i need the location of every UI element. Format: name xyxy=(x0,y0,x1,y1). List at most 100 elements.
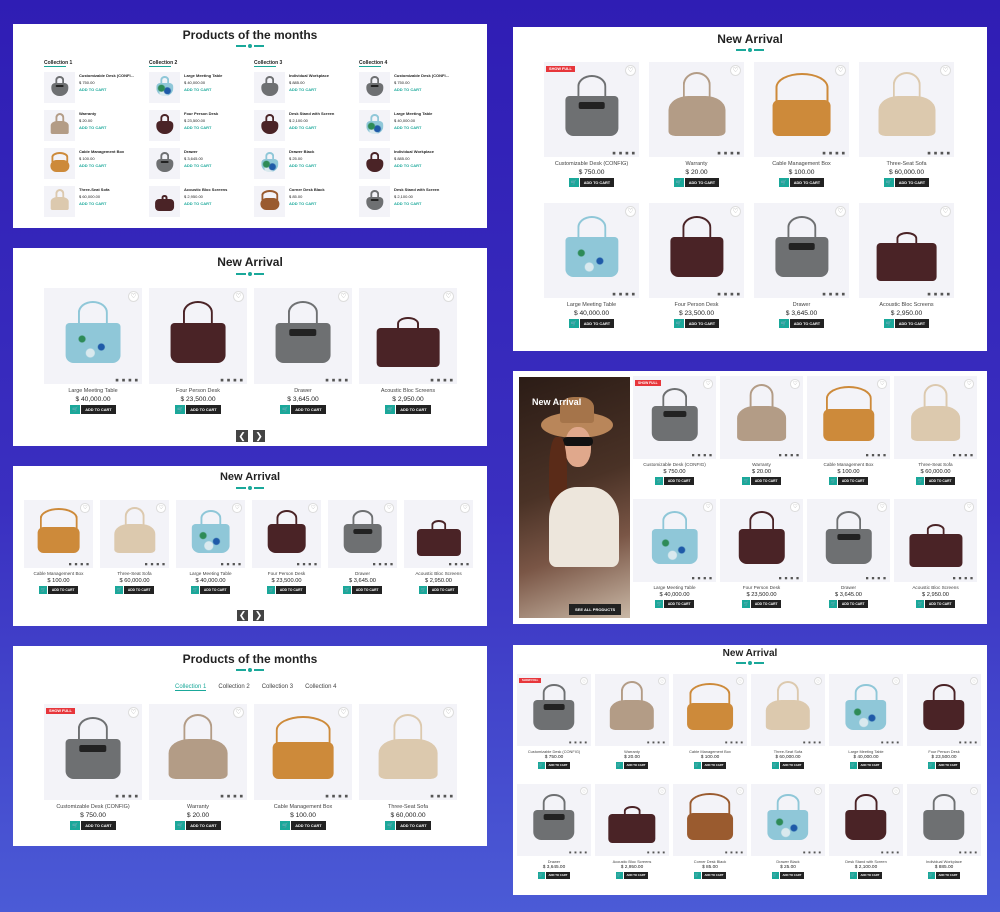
product-image[interactable]: ♡ ■ ■ ■ ■ xyxy=(252,500,321,568)
product-card[interactable]: ♡ ■ ■ ■ ■ Four Person Desk $ 23,500.00 🛒… xyxy=(907,674,981,769)
heart-icon[interactable]: ♡ xyxy=(939,206,951,218)
add-to-cart-button[interactable]: ADD TO CART xyxy=(545,762,571,769)
heart-icon[interactable]: ♡ xyxy=(80,503,90,513)
product-card[interactable]: ♡ ■ ■ ■ ■ Warranty $ 20.00 🛒 ADD TO CART xyxy=(720,376,803,485)
product-name[interactable]: Four Person Desk xyxy=(907,749,981,754)
product-name[interactable]: Warranty xyxy=(649,161,744,167)
product-name[interactable]: Large Meeting Table xyxy=(44,388,142,394)
cart-icon[interactable]: 🛒 xyxy=(883,319,894,329)
heart-icon[interactable]: ♡ xyxy=(442,707,454,719)
cart-icon[interactable]: 🛒 xyxy=(615,762,623,769)
product-card[interactable]: ♡ ■ ■ ■ ■ Individual Workplace $ 885.00 … xyxy=(907,784,981,879)
cart-icon[interactable]: 🛒 xyxy=(849,872,857,879)
product-name[interactable]: Cable Management Box xyxy=(79,148,124,155)
add-to-cart-button[interactable]: ADD TO CART xyxy=(623,762,649,769)
product-name[interactable]: Drawer xyxy=(754,302,849,308)
cart-icon[interactable]: 🛒 xyxy=(927,872,935,879)
product-card[interactable]: ♡ ■ ■ ■ ■ Drawer $ 3,645.00 🛒 ADD TO CAR… xyxy=(254,288,352,415)
heart-icon[interactable]: ♡ xyxy=(834,206,846,218)
cart-icon[interactable]: 🛒 xyxy=(654,600,664,608)
cart-icon[interactable]: 🛒 xyxy=(654,477,664,485)
product-card[interactable]: SHOW FULL ♡ ■ ■ ■ ■ Customizable Desk (C… xyxy=(544,62,639,188)
list-item[interactable]: Three-Seat Sofa $ 60,000.00 ADD TO CART xyxy=(44,186,109,217)
product-card[interactable]: ♡ ■ ■ ■ ■ Three-Seat Sofa $ 60,000.00 🛒 … xyxy=(894,376,977,485)
product-image[interactable]: ♡ ■ ■ ■ ■ xyxy=(544,203,639,298)
product-card[interactable]: ♡ ■ ■ ■ ■ Four Person Desk $ 23,500.00 🛒… xyxy=(649,203,744,329)
product-name[interactable]: Four Person Desk xyxy=(184,110,218,117)
product-thumbnail[interactable] xyxy=(359,148,390,179)
product-name[interactable]: Acoustic Bloc Screens xyxy=(595,859,669,864)
heart-icon[interactable]: ♡ xyxy=(337,707,349,719)
heart-icon[interactable]: ♡ xyxy=(337,291,349,303)
heart-icon[interactable]: ♡ xyxy=(729,206,741,218)
product-name[interactable]: Four Person Desk xyxy=(149,388,247,394)
product-name[interactable]: Corner Desk Black xyxy=(289,186,325,193)
heart-icon[interactable]: ♡ xyxy=(460,503,470,513)
product-thumbnail[interactable] xyxy=(254,110,285,141)
add-to-cart-button[interactable]: ADD TO CART xyxy=(857,872,883,879)
add-to-cart-button[interactable]: ADD TO CART xyxy=(291,821,326,831)
product-card[interactable]: ♡ ■ ■ ■ ■ Cable Management Box $ 100.00 … xyxy=(673,674,747,769)
product-image[interactable]: ♡ ■ ■ ■ ■ xyxy=(807,499,890,582)
product-name[interactable]: Acoustic Bloc Screens xyxy=(359,388,457,394)
cart-icon[interactable]: 🛒 xyxy=(280,405,290,415)
product-image[interactable]: ♡ ■ ■ ■ ■ xyxy=(859,62,954,157)
product-image[interactable]: ♡ ■ ■ ■ ■ xyxy=(24,500,93,568)
product-card[interactable]: ♡ ■ ■ ■ ■ Cable Management Box $ 100.00 … xyxy=(807,376,890,485)
prev-arrow-button[interactable]: ❮ xyxy=(237,610,248,621)
product-name[interactable]: Large Meeting Table xyxy=(633,585,716,590)
cart-icon[interactable]: 🛒 xyxy=(385,405,395,415)
product-image[interactable]: ♡ ■ ■ ■ ■ xyxy=(907,674,981,746)
add-to-cart-button[interactable]: ADD TO CART xyxy=(894,319,930,329)
product-name[interactable]: Customizable Desk (CONFI... xyxy=(394,72,449,79)
product-name[interactable]: Customizable Desk (CONFIG) xyxy=(517,749,591,754)
add-to-cart-button[interactable]: ADD TO CART xyxy=(579,178,615,188)
add-to-cart-link[interactable]: ADD TO CART xyxy=(79,200,109,207)
product-card[interactable]: ♡ ■ ■ ■ ■ Drawer $ 3,645.00 🛒 ADD TO CAR… xyxy=(517,784,591,879)
product-name[interactable]: Individual Workplace xyxy=(289,72,329,79)
list-item[interactable]: Corner Desk Black $ 85.00 ADD TO CART xyxy=(254,186,325,217)
cart-icon[interactable]: 🛒 xyxy=(673,178,684,188)
product-name[interactable]: Acoustic Bloc Screens xyxy=(404,571,473,576)
heart-icon[interactable]: ♡ xyxy=(658,787,666,795)
add-to-cart-button[interactable]: ADD TO CART xyxy=(684,178,720,188)
product-name[interactable]: Acoustic Bloc Screens xyxy=(859,302,954,308)
list-item[interactable]: Drawer Black $ 25.00 ADD TO CART xyxy=(254,148,316,179)
add-to-cart-link[interactable]: ADD TO CART xyxy=(184,162,211,169)
product-name[interactable]: Individual Workplace xyxy=(394,148,434,155)
cart-icon[interactable]: 🛒 xyxy=(190,586,200,594)
product-card[interactable]: ♡ ■ ■ ■ ■ Drawer Black $ 25.00 🛒 ADD TO … xyxy=(751,784,825,879)
add-to-cart-button[interactable]: ADD TO CART xyxy=(664,600,695,608)
product-card[interactable]: ♡ ■ ■ ■ ■ Cable Management Box $ 100.00 … xyxy=(24,500,93,594)
product-thumbnail[interactable] xyxy=(44,186,75,217)
product-name[interactable]: Three-Seat Sofa xyxy=(79,186,109,193)
tab-collection-4[interactable]: Collection 4 xyxy=(305,684,336,691)
heart-icon[interactable]: ♡ xyxy=(877,502,887,512)
add-to-cart-link[interactable]: ADD TO CART xyxy=(79,86,134,93)
list-item[interactable]: Cable Management Box $ 100.00 ADD TO CAR… xyxy=(44,148,124,179)
product-card[interactable]: ♡ ■ ■ ■ ■ Desk Stand with Screen $ 2,100… xyxy=(829,784,903,879)
product-name[interactable]: Large Meeting Table xyxy=(394,110,432,117)
heart-icon[interactable]: ♡ xyxy=(580,787,588,795)
heart-icon[interactable]: ♡ xyxy=(964,502,974,512)
heart-icon[interactable]: ♡ xyxy=(232,291,244,303)
add-to-cart-button[interactable]: ADD TO CART xyxy=(48,586,79,594)
heart-icon[interactable]: ♡ xyxy=(736,787,744,795)
add-to-cart-button[interactable]: ADD TO CART xyxy=(396,821,431,831)
product-name[interactable]: Desk Stand with Screen xyxy=(289,110,334,117)
heart-icon[interactable]: ♡ xyxy=(814,677,822,685)
product-name[interactable]: Four Person Desk xyxy=(720,585,803,590)
cart-icon[interactable]: 🛒 xyxy=(615,872,623,879)
product-name[interactable]: Drawer xyxy=(517,859,591,864)
heart-icon[interactable]: ♡ xyxy=(729,65,741,77)
product-image[interactable]: ♡ ■ ■ ■ ■ xyxy=(149,704,247,800)
cart-icon[interactable]: 🛒 xyxy=(693,762,701,769)
product-card[interactable]: ♡ ■ ■ ■ ■ Three-Seat Sofa $ 60,000.00 🛒 … xyxy=(359,704,457,831)
next-arrow-button[interactable]: ❯ xyxy=(253,430,265,442)
cart-icon[interactable]: 🛒 xyxy=(849,762,857,769)
product-thumbnail[interactable] xyxy=(359,72,390,103)
add-to-cart-button[interactable]: ADD TO CART xyxy=(751,477,782,485)
product-card[interactable]: ♡ ■ ■ ■ ■ Large Meeting Table $ 40,000.0… xyxy=(633,499,716,608)
product-image[interactable]: ♡ ■ ■ ■ ■ xyxy=(894,376,977,459)
product-image[interactable]: ♡ ■ ■ ■ ■ xyxy=(359,288,457,384)
